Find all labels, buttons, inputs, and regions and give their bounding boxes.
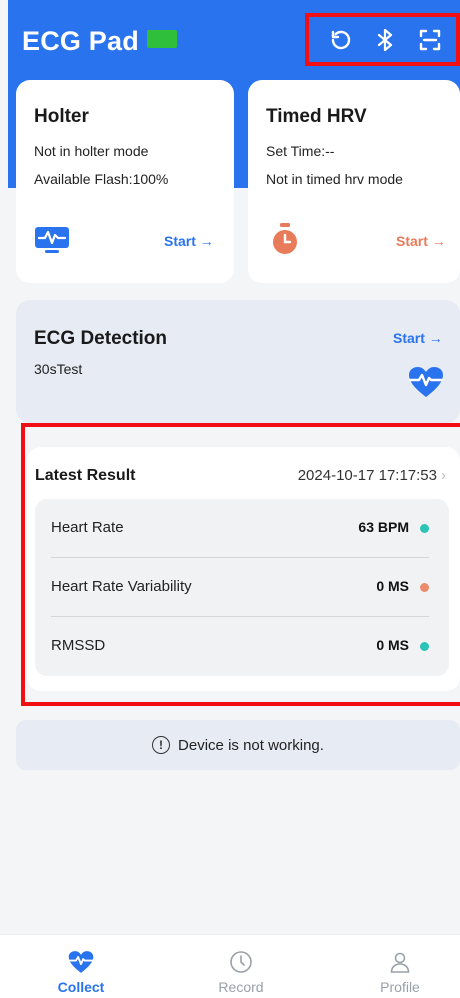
stopwatch-icon	[270, 222, 300, 256]
metric-value: 63 BPM	[358, 519, 409, 535]
nav-record-label: Record	[218, 979, 264, 995]
device-status-text: Device is not working.	[178, 736, 324, 754]
metric-label: Heart Rate Variability	[51, 578, 192, 595]
timed-hrv-mode: Not in timed hrv mode	[266, 171, 403, 187]
metric-row-heart-rate: Heart Rate 63 BPM	[35, 499, 449, 557]
heart-pulse-icon	[408, 366, 444, 398]
metric-value: 0 MS	[376, 578, 409, 594]
info-icon: !	[152, 736, 171, 754]
status-dot	[420, 524, 429, 533]
holter-title: Holter	[34, 106, 89, 127]
timed-hrv-card[interactable]: Timed HRV Set Time:-- Not in timed hrv m…	[248, 80, 460, 283]
battery-icon	[147, 30, 177, 48]
nav-collect-label: Collect	[57, 979, 105, 995]
latest-result-title: Latest Result	[35, 467, 136, 484]
nav-profile-label: Profile	[380, 979, 420, 995]
clock-icon	[228, 949, 254, 975]
nav-profile[interactable]: Profile	[340, 935, 460, 998]
metric-row-rmssd: RMSSD 0 MS	[35, 617, 449, 675]
bluetooth-icon[interactable]	[371, 26, 399, 54]
timed-hrv-set-time: Set Time:--	[266, 143, 335, 159]
ecg-detection-subtitle: 30sTest	[34, 361, 83, 377]
ecg-pad-screen: ECG Pad Holter Not in holter mode Availa…	[0, 0, 460, 998]
metric-label: Heart Rate	[51, 519, 124, 536]
refresh-icon[interactable]	[327, 26, 355, 54]
metric-row-hrv: Heart Rate Variability 0 MS	[35, 558, 449, 616]
holter-start-link[interactable]: Start →	[164, 233, 214, 249]
holter-card[interactable]: Holter Not in holter mode Available Flas…	[16, 80, 234, 283]
bottom-nav: Collect Record Profile	[0, 934, 460, 998]
app-title: ECG Pad	[22, 26, 139, 56]
scan-icon[interactable]	[416, 26, 444, 54]
nav-record[interactable]: Record	[181, 935, 301, 998]
monitor-icon	[34, 226, 70, 254]
holter-mode: Not in holter mode	[34, 143, 149, 159]
timed-hrv-start-link[interactable]: Start →	[396, 233, 446, 249]
latest-result-timestamp[interactable]: 2024-10-17 17:17:53 ›	[298, 467, 446, 484]
holter-flash: Available Flash:100%	[34, 171, 169, 187]
nav-collect[interactable]: Collect	[21, 935, 141, 998]
chevron-right-icon: ›	[441, 467, 446, 484]
ecg-detection-title: ECG Detection	[34, 328, 168, 349]
timestamp-text: 2024-10-17 17:17:53	[297, 467, 437, 484]
latest-result-card[interactable]: Latest Result 2024-10-17 17:17:53 › Heart…	[27, 447, 460, 691]
heart-pulse-icon	[68, 949, 94, 975]
status-dot	[420, 642, 429, 651]
metric-label: RMSSD	[51, 637, 106, 654]
timed-hrv-title: Timed HRV	[266, 106, 367, 127]
user-icon	[387, 949, 413, 975]
status-dot	[420, 583, 429, 592]
metric-value: 0 MS	[376, 637, 409, 653]
ecg-detection-card[interactable]: ECG Detection 30sTest Start →	[16, 300, 460, 423]
ecg-detection-start-link[interactable]: Start →	[393, 330, 443, 346]
device-status-bar: ! Device is not working.	[16, 720, 460, 770]
header-actions	[305, 13, 460, 66]
metrics-panel: Heart Rate 63 BPM Heart Rate Variability…	[35, 499, 449, 676]
